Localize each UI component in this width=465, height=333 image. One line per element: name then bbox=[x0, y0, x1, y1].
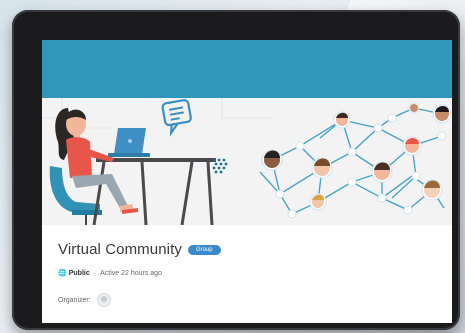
organizer-avatar[interactable] bbox=[96, 293, 111, 307]
cover-illustration bbox=[42, 98, 452, 225]
meta-separator: · bbox=[93, 269, 97, 277]
title-row: Virtual Community Group bbox=[58, 241, 221, 258]
group-cover-image bbox=[42, 98, 452, 225]
activity-status: Active 22 hours ago bbox=[100, 269, 162, 277]
laptop-icon bbox=[108, 128, 150, 157]
organizer-row: Organizer: bbox=[58, 293, 111, 307]
group-badge: Group bbox=[187, 244, 221, 255]
privacy-label: Public bbox=[68, 269, 90, 277]
tablet-screen: Virtual Community Group 🌐 Public · Activ… bbox=[42, 40, 452, 323]
network-icon bbox=[259, 102, 452, 219]
group-title[interactable]: Virtual Community bbox=[58, 241, 182, 258]
group-info-panel: Virtual Community Group 🌐 Public · Activ… bbox=[42, 225, 452, 323]
chat-bubble-icon bbox=[161, 99, 192, 137]
organizer-label: Organizer: bbox=[58, 296, 91, 304]
tablet-frame: Virtual Community Group 🌐 Public · Activ… bbox=[12, 10, 460, 330]
header-bar bbox=[42, 40, 452, 98]
dots-grid-icon bbox=[212, 158, 228, 174]
globe-icon: 🌐 bbox=[58, 270, 67, 277]
group-meta: 🌐 Public · Active 22 hours ago bbox=[58, 269, 162, 278]
